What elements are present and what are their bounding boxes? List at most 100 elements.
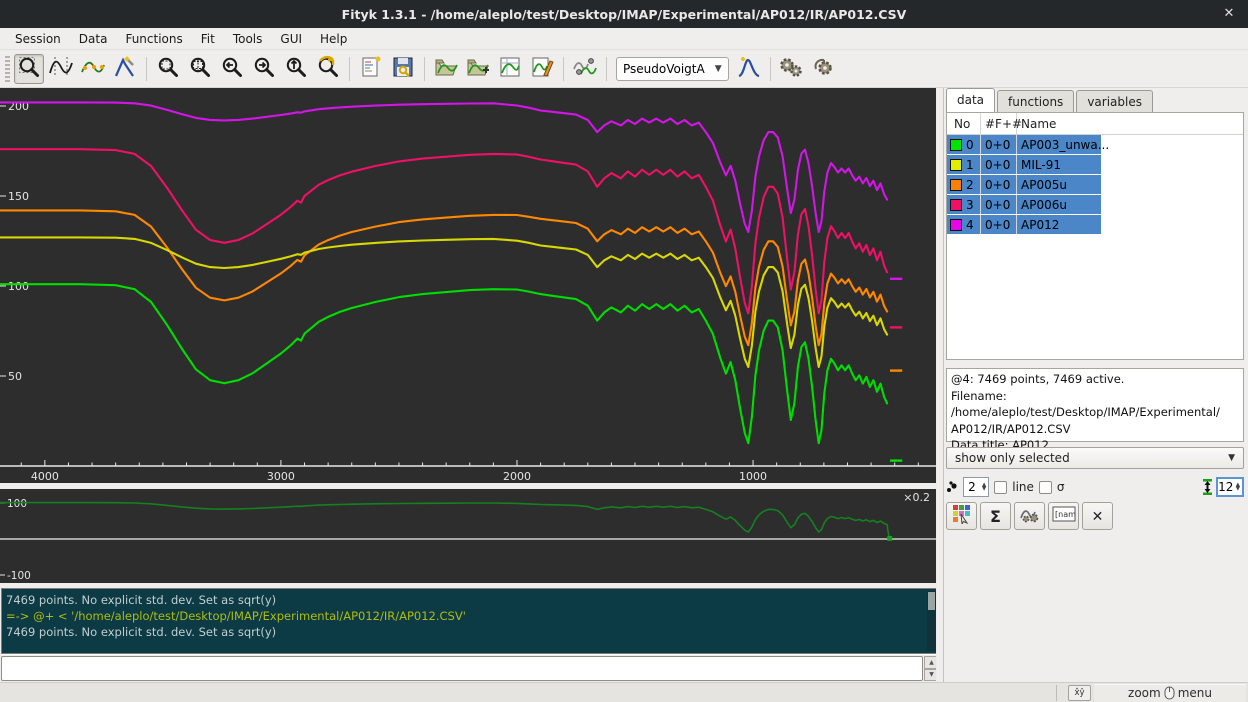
zoom-all-button[interactable]: [153, 54, 183, 84]
dataset-number-cell: 4: [947, 215, 981, 234]
aux-tick-label: 100: [7, 498, 27, 510]
zoom-mode-icon: [17, 55, 41, 82]
sum-button[interactable]: Σ: [980, 502, 1011, 530]
menu-fit[interactable]: Fit: [192, 30, 224, 48]
table-row[interactable]: 00+0AP003_unwa...: [947, 135, 1243, 155]
baseline-mode-button[interactable]: [78, 54, 108, 84]
main-plot-canvas[interactable]: 400030002000100020015010050: [0, 88, 936, 483]
table-row[interactable]: 20+0AP005u: [947, 175, 1243, 195]
spinner-arrows-icon[interactable]: ▲▼: [1234, 483, 1242, 492]
zoom-right-icon: [252, 55, 276, 82]
zoom-prev-button[interactable]: [313, 54, 343, 84]
zoom-left-button[interactable]: [217, 54, 247, 84]
aux-scale-label: ×0.2: [903, 491, 930, 504]
sidebar-splitter[interactable]: [936, 88, 944, 682]
console-command-line: =-> @+ < '/home/aleplo/test/Desktop/IMAP…: [6, 608, 924, 624]
dataset-name-cell: AP005u: [1017, 175, 1101, 194]
zoom-mode-button[interactable]: [14, 54, 44, 84]
x-tick-label: 2000: [503, 470, 531, 483]
palette-button[interactable]: [946, 502, 977, 530]
menu-session[interactable]: Session: [6, 30, 70, 48]
column-header-f[interactable]: #F+#: [981, 113, 1017, 134]
toolbar-grip[interactable]: [5, 56, 10, 82]
script-edit-button[interactable]: [356, 54, 386, 84]
aux-curve-end-marker: [887, 536, 892, 541]
sigma-checkbox[interactable]: [1039, 481, 1052, 494]
filter-dropdown[interactable]: show only selected ▼: [946, 447, 1244, 469]
add-peak-mode-button[interactable]: [110, 54, 140, 84]
tab-data[interactable]: data: [946, 88, 995, 112]
delete-icon: ✕: [1092, 507, 1104, 525]
save-session-button[interactable]: [388, 54, 418, 84]
open-data-button[interactable]: [431, 54, 461, 84]
point-size-spinner[interactable]: 2 ▲▼: [963, 477, 989, 497]
dataset-info-line: AP012/IR/AP012.CSV: [951, 421, 1239, 438]
dataset-info-line: Filename: /home/aleplo/test/Desktop/IMAP…: [951, 388, 1239, 421]
command-input-row: ▲▼: [1, 656, 939, 681]
dataset-table: No#F+#Name 00+0AP003_unwa...10+0MIL-9120…: [946, 112, 1244, 360]
dataset-functions-cell: 0+0: [981, 215, 1017, 234]
toolbar: PseudoVoigtA▼: [0, 50, 1248, 88]
sidebar: datafunctionsvariables No#F+#Name 00+0AP…: [944, 88, 1248, 682]
dataset-transform-button[interactable]: [570, 54, 600, 84]
coords-format-button[interactable]: x̂ŷ: [1068, 685, 1091, 701]
zoom-select-button[interactable]: [185, 54, 215, 84]
line-checkbox[interactable]: [994, 481, 1007, 494]
toolbar-separator: [606, 57, 607, 81]
column-header-name[interactable]: Name: [1017, 113, 1101, 134]
table-row[interactable]: 40+0AP012: [947, 215, 1243, 235]
column-header-no[interactable]: No: [947, 113, 981, 134]
open-data-icon: [434, 55, 458, 82]
menu-data[interactable]: Data: [70, 30, 117, 48]
console-scrollbar[interactable]: [927, 591, 936, 651]
y-tick-label: 150: [8, 190, 29, 203]
fit-run-icon: [778, 55, 806, 82]
y-tick-label: 100: [8, 280, 29, 293]
menu-help[interactable]: Help: [311, 30, 356, 48]
define-peak-button[interactable]: [734, 54, 764, 84]
command-input[interactable]: [1, 656, 923, 681]
sum-icon: Σ: [990, 507, 1001, 526]
table-row[interactable]: 30+0AP006u: [947, 195, 1243, 215]
save-session-icon: [391, 55, 415, 82]
aux-tick-label: -100: [7, 570, 31, 582]
tab-functions[interactable]: functions: [997, 90, 1074, 112]
spinner-arrows-icon[interactable]: ▲▼: [980, 483, 988, 492]
mouse-hint-zoom: zoom: [1128, 686, 1161, 700]
dataset-functions-cell: 0+0: [981, 135, 1017, 154]
svg-text:[nam: [nam: [1055, 510, 1076, 519]
data-table-icon: [498, 55, 522, 82]
dataset-table-header: No#F+#Name: [947, 113, 1243, 135]
data-edit-button[interactable]: [527, 54, 557, 84]
zoom-right-button[interactable]: [249, 54, 279, 84]
menu-tools[interactable]: Tools: [224, 30, 272, 48]
toolbar-separator: [563, 57, 564, 81]
table-row[interactable]: 10+0MIL-91: [947, 155, 1243, 175]
zoom-select-icon: [188, 55, 212, 82]
menu-functions[interactable]: Functions: [116, 30, 191, 48]
close-icon[interactable]: ✕: [1220, 6, 1238, 22]
shift-spinner[interactable]: 12 ▲▼: [1216, 477, 1244, 497]
status-separator: [1056, 685, 1057, 701]
dataset-number-cell: 3: [947, 195, 981, 214]
delete-button[interactable]: ✕: [1082, 502, 1113, 530]
fit-run-button[interactable]: [777, 54, 807, 84]
apply-functions-button[interactable]: [1014, 502, 1045, 530]
data-title-button[interactable]: [nam: [1048, 502, 1079, 530]
peak-type-combo[interactable]: PseudoVoigtA▼: [616, 57, 729, 81]
point-size-icon: [946, 480, 958, 494]
data-table-button[interactable]: [495, 54, 525, 84]
append-data-button[interactable]: [463, 54, 493, 84]
mouse-hint: zoom menu: [1094, 684, 1246, 702]
zoom-vert-button[interactable]: [281, 54, 311, 84]
fit-undo-button[interactable]: [809, 54, 839, 84]
chevron-down-icon: ▼: [715, 64, 722, 74]
menu-gui[interactable]: GUI: [271, 30, 311, 48]
line-checkbox-label: line: [1012, 480, 1034, 494]
tab-variables[interactable]: variables: [1076, 90, 1153, 112]
fityk-window: Fityk 1.3.1 - /home/aleplo/test/Desktop/…: [0, 0, 1248, 702]
data-range-mode-button[interactable]: [46, 54, 76, 84]
dataset-color-swatch: [950, 139, 962, 151]
zoom-left-icon: [220, 55, 244, 82]
auxiliary-plot-canvas[interactable]: 100 -100: [0, 489, 936, 583]
